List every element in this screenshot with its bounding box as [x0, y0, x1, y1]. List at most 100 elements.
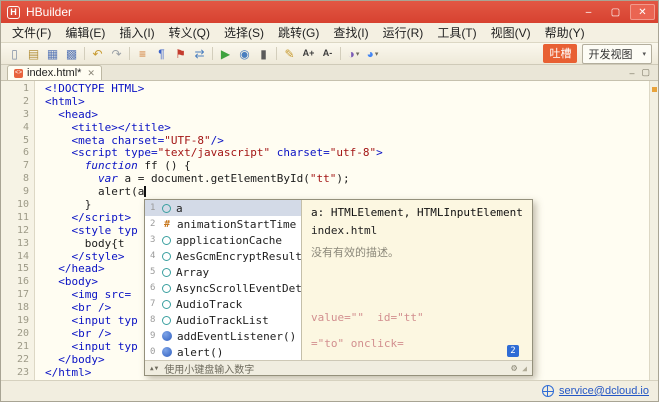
line-number[interactable]: 19 [1, 315, 29, 328]
toolbar: ▯ ▤ ▦ ▩ ↶ ↷ ≡ ¶ ⚑ ⇄ ▶ ◉ ▮ ✎ A+ A- ◑ ▾ ◕ ▾ 吐槽 开发视图 ▾ [1, 43, 658, 65]
line-number[interactable]: 16 [1, 276, 29, 289]
line-number[interactable]: 9 [1, 186, 29, 199]
code-line[interactable]: alert(a [45, 185, 649, 199]
code-token: <script type= [71, 146, 158, 160]
tab-index-html[interactable]: <> index.html* ✕ [7, 65, 102, 80]
autocomplete-item[interactable]: 1a [145, 200, 301, 216]
hint-text: 使用小键盘输入数字 [164, 364, 255, 376]
line-number[interactable]: 20 [1, 328, 29, 341]
resize-grip-icon[interactable]: ◢ [522, 364, 527, 373]
maximize-button[interactable]: ▢ [603, 4, 628, 20]
format-code-button[interactable]: ≡ [133, 45, 152, 63]
autocomplete-item[interactable]: 6 AsyncScrollEventDetail [145, 280, 301, 296]
close-button[interactable]: ✕ [630, 4, 655, 20]
new-file-button[interactable]: ▯ [5, 45, 24, 63]
line-number[interactable]: 23 [1, 367, 29, 380]
autocomplete-item[interactable]: 0 alert() [145, 344, 301, 360]
browser-run-button[interactable]: ◕ ▾ [363, 45, 382, 63]
autocomplete-item[interactable]: 8 AudioTrackList [145, 312, 301, 328]
font-decrease-button[interactable]: A- [318, 45, 337, 63]
code-token: <head> [58, 107, 98, 121]
line-number[interactable]: 15 [1, 263, 29, 276]
line-number[interactable]: 12 [1, 225, 29, 238]
view-mode-select[interactable]: 开发视图 ▾ [582, 43, 652, 64]
autocomplete-item[interactable]: 7 AudioTrack [145, 296, 301, 312]
save-icon: ▦ [46, 46, 59, 61]
gear-icon[interactable]: ⚙ [511, 363, 517, 374]
line-number[interactable]: 1 [1, 83, 29, 96]
line-number[interactable]: 17 [1, 289, 29, 302]
menu-item-6[interactable]: 查找(I) [326, 22, 375, 43]
menu-item-5[interactable]: 跳转(G) [271, 22, 326, 43]
edit-pencil-button[interactable]: ✎ [280, 45, 299, 63]
line-number[interactable]: 6 [1, 147, 29, 160]
autocomplete-item[interactable]: 9 addEventListener() [145, 328, 301, 344]
theme-button[interactable]: ◑ ▾ [344, 45, 363, 63]
menu-item-9[interactable]: 视图(V) [484, 22, 538, 43]
new-project-icon: ▤ [27, 46, 40, 61]
toolbar-buttons: ▯ ▤ ▦ ▩ ↶ ↷ ≡ ¶ ⚑ ⇄ ▶ ◉ ▮ ✎ A+ A- ◑ ▾ ◕ ▾ [5, 45, 382, 63]
line-number[interactable]: 14 [1, 251, 29, 264]
device-run-icon: ▮ [260, 46, 267, 61]
editor[interactable]: 1 2 3 4 5 6 7 8 9 10 11 12 13 14 15 16 17 18 19 20 21 22 23 <!… [1, 81, 658, 380]
menu-item-10[interactable]: 帮助(Y) [538, 22, 592, 43]
match-pair-button[interactable]: ⇄ [190, 45, 209, 63]
feedback-button[interactable]: 吐槽 [543, 44, 578, 63]
bookmark-button[interactable]: ⚑ [171, 45, 190, 63]
line-number-gutter[interactable]: 1 2 3 4 5 6 7 8 9 10 11 12 13 14 15 16 17 18 19 20 21 22 23 [1, 81, 35, 380]
debug-button[interactable]: ◉ [235, 45, 254, 63]
undo-button[interactable]: ↶ [88, 45, 107, 63]
menu-item-8[interactable]: 工具(T) [430, 22, 483, 43]
autocomplete-list[interactable]: 1 a 2 # animationStartTime 3 applicationCache 4… [145, 200, 301, 360]
line-number[interactable]: 7 [1, 160, 29, 173]
new-project-button[interactable]: ▤ [24, 45, 43, 63]
line-number[interactable]: 21 [1, 341, 29, 354]
line-number[interactable]: 10 [1, 199, 29, 212]
restore-view-icon[interactable]: ▢ [641, 67, 650, 78]
chevron-down-icon: ▾ [642, 50, 646, 58]
minimize-button[interactable]: – [576, 4, 601, 20]
autocomplete-item[interactable]: 2 # animationStartTime [145, 216, 301, 232]
line-number[interactable]: 5 [1, 135, 29, 148]
redo-button[interactable]: ↷ [107, 45, 126, 63]
save-button[interactable]: ▦ [43, 45, 62, 63]
menu-item-1[interactable]: 编辑(E) [58, 22, 112, 43]
line-number[interactable]: 2 [1, 96, 29, 109]
autocomplete-item[interactable]: 4 AesGcmEncryptResult [145, 248, 301, 264]
line-number[interactable]: 11 [1, 212, 29, 225]
code-line[interactable]: <!DOCTYPE HTML> [45, 82, 649, 96]
code-token: <input typ [71, 339, 138, 353]
menu-item-3[interactable]: 转义(Q) [162, 22, 217, 43]
autocomplete-item[interactable]: 5 Array [145, 264, 301, 280]
line-number[interactable]: 8 [1, 173, 29, 186]
item-label: AudioTrack [176, 297, 243, 311]
browser-run-icon: ◕ [366, 46, 374, 61]
autocomplete-item[interactable]: 3 applicationCache [145, 232, 301, 248]
menu-item-2[interactable]: 插入(I) [112, 22, 161, 43]
line-number[interactable]: 18 [1, 302, 29, 315]
show-paragraph-button[interactable]: ¶ [152, 45, 171, 63]
titlebar[interactable]: H HBuilder – ▢ ✕ [1, 1, 658, 23]
run-button[interactable]: ▶ [216, 45, 235, 63]
line-number[interactable]: 13 [1, 238, 29, 251]
font-increase-button[interactable]: A+ [299, 45, 318, 63]
menu-item-7[interactable]: 运行(R) [376, 22, 431, 43]
minimize-view-icon[interactable]: – [629, 68, 634, 78]
line-number[interactable]: 22 [1, 354, 29, 367]
support-email-link[interactable]: service@dcloud.io [559, 385, 649, 397]
item-shortcut-number: 1 [150, 203, 156, 213]
line-number[interactable]: 3 [1, 109, 29, 122]
device-run-button[interactable]: ▮ [254, 45, 273, 63]
save-all-button[interactable]: ▩ [62, 45, 81, 63]
variable-icon [162, 251, 171, 261]
app-logo-icon: H [7, 5, 20, 19]
overview-ruler[interactable] [649, 81, 658, 380]
code-line[interactable]: <html> [45, 95, 649, 109]
menu-item-0[interactable]: 文件(F) [5, 22, 58, 43]
menu-item-4[interactable]: 选择(S) [217, 22, 271, 43]
line-number[interactable]: 4 [1, 122, 29, 135]
tab-close-icon[interactable]: ✕ [87, 68, 95, 79]
code-token: <input typ [71, 314, 138, 328]
